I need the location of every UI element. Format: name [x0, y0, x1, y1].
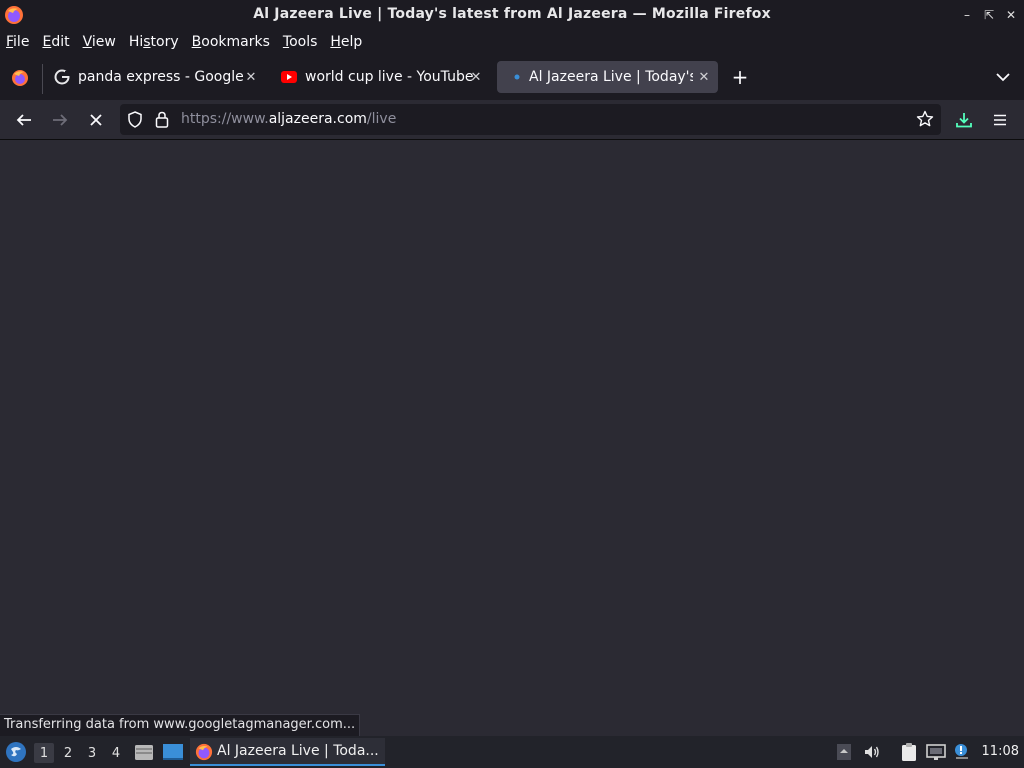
close-icon[interactable]: ✕ — [1004, 7, 1018, 23]
download-icon — [956, 113, 972, 128]
menu-history[interactable]: History — [129, 34, 179, 50]
tab-label: panda express - Google S — [78, 69, 246, 85]
menu-tools[interactable]: Tools — [283, 34, 318, 50]
menu-accelerator: T — [282, 34, 290, 50]
network-icon — [926, 744, 946, 760]
close-tab-icon[interactable]: ✕ — [243, 69, 259, 85]
loading-dot-icon — [514, 74, 520, 80]
desktop-icon[interactable] — [162, 742, 184, 762]
clock: 11:08 — [981, 744, 1019, 759]
network-button[interactable] — [926, 742, 946, 762]
volume-button[interactable] — [862, 742, 882, 762]
arrow-left-icon — [16, 114, 31, 126]
file-manager-icon[interactable] — [134, 742, 154, 762]
notification-icon — [955, 744, 968, 759]
clipboard-button[interactable] — [899, 742, 919, 762]
chevron-down-icon[interactable] — [994, 68, 1012, 86]
lock-icon[interactable] — [155, 111, 169, 128]
tab-youtube[interactable]: world cup live - YouTube ✕ — [275, 61, 490, 93]
firefox-view-icon[interactable] — [8, 66, 32, 90]
tab-aljazeera[interactable]: Al Jazeera Live | Today's l ✕ — [497, 61, 718, 93]
url-bar[interactable]: https://www.aljazeera.com/live — [120, 104, 941, 135]
window-titlebar: Al Jazeera Live | Today's latest from Al… — [0, 0, 1024, 30]
shield-icon[interactable] — [127, 111, 143, 128]
firefox-icon — [195, 743, 213, 761]
url-text[interactable]: https://www.aljazeera.com/live — [181, 111, 396, 127]
window-title: Al Jazeera Live | Today's latest from Al… — [253, 6, 771, 22]
clipboard-icon — [902, 743, 916, 761]
menu-edit[interactable]: Edit — [42, 34, 69, 50]
youtube-icon — [281, 71, 297, 83]
google-icon — [54, 69, 70, 85]
url-path: /live — [366, 111, 397, 127]
volume-icon — [865, 746, 879, 758]
status-text: Transferring data from www.googletagmana… — [0, 714, 361, 736]
arrow-right-icon — [53, 114, 68, 126]
hamburger-menu-icon — [994, 114, 1006, 126]
tab-label: world cup live - YouTube — [305, 69, 474, 85]
menubar: File Edit View History Bookmarks Tools H… — [0, 30, 1024, 54]
menu-bookmarks[interactable]: Bookmarks — [192, 34, 270, 50]
stop-button[interactable] — [84, 108, 108, 132]
tray-arrow[interactable] — [834, 742, 854, 762]
tab-bar: panda express - Google S ✕ world cup liv… — [0, 54, 1024, 100]
taskbar-window-label: Al Jazeera Live | Toda... — [217, 743, 379, 759]
menu-help[interactable]: Help — [330, 34, 362, 50]
menu-file[interactable]: File — [6, 34, 29, 50]
star-icon[interactable] — [916, 110, 934, 128]
url-prefix: https://www. — [181, 111, 269, 127]
menu-accelerator: s — [143, 34, 151, 50]
tab-separator — [42, 64, 43, 94]
navigation-toolbar: https://www.aljazeera.com/live — [0, 100, 1024, 140]
tab-google[interactable]: panda express - Google S ✕ — [50, 61, 265, 93]
minimize-icon[interactable]: – — [960, 7, 974, 23]
app-menu-button[interactable] — [988, 108, 1012, 132]
maximize-icon[interactable]: ⇱ — [982, 7, 996, 23]
workspace-1[interactable]: 1 — [34, 743, 54, 763]
taskbar-window-firefox[interactable]: Al Jazeera Live | Toda... — [190, 738, 385, 766]
tab-label: Al Jazeera Live | Today's l — [529, 69, 693, 85]
back-button[interactable] — [12, 108, 36, 132]
workspace-4[interactable]: 4 — [106, 743, 126, 763]
menu-accelerator: V — [82, 34, 92, 50]
forward-button[interactable] — [48, 108, 72, 132]
workspace-3[interactable]: 3 — [82, 743, 102, 763]
start-menu-icon[interactable] — [5, 741, 27, 763]
close-tab-icon[interactable]: ✕ — [696, 69, 712, 85]
close-tab-icon[interactable]: ✕ — [468, 69, 484, 85]
menu-accelerator: B — [191, 34, 202, 50]
downloads-button[interactable] — [952, 108, 976, 132]
stop-icon — [90, 114, 102, 126]
menu-view[interactable]: View — [83, 34, 116, 50]
scroll-up-icon — [837, 744, 851, 760]
workspace-2[interactable]: 2 — [58, 743, 78, 763]
new-tab-icon[interactable]: + — [729, 65, 751, 89]
taskbar: 1 2 3 4 Al Jazeera Live | Toda... 11:08 — [0, 736, 1024, 768]
url-host: aljazeera.com — [268, 111, 367, 127]
notifications-button[interactable] — [952, 742, 972, 762]
menu-accelerator: E — [42, 34, 52, 50]
page-content[interactable] — [0, 141, 1024, 736]
menu-accelerator: F — [6, 34, 14, 50]
menu-accelerator: H — [330, 34, 341, 50]
